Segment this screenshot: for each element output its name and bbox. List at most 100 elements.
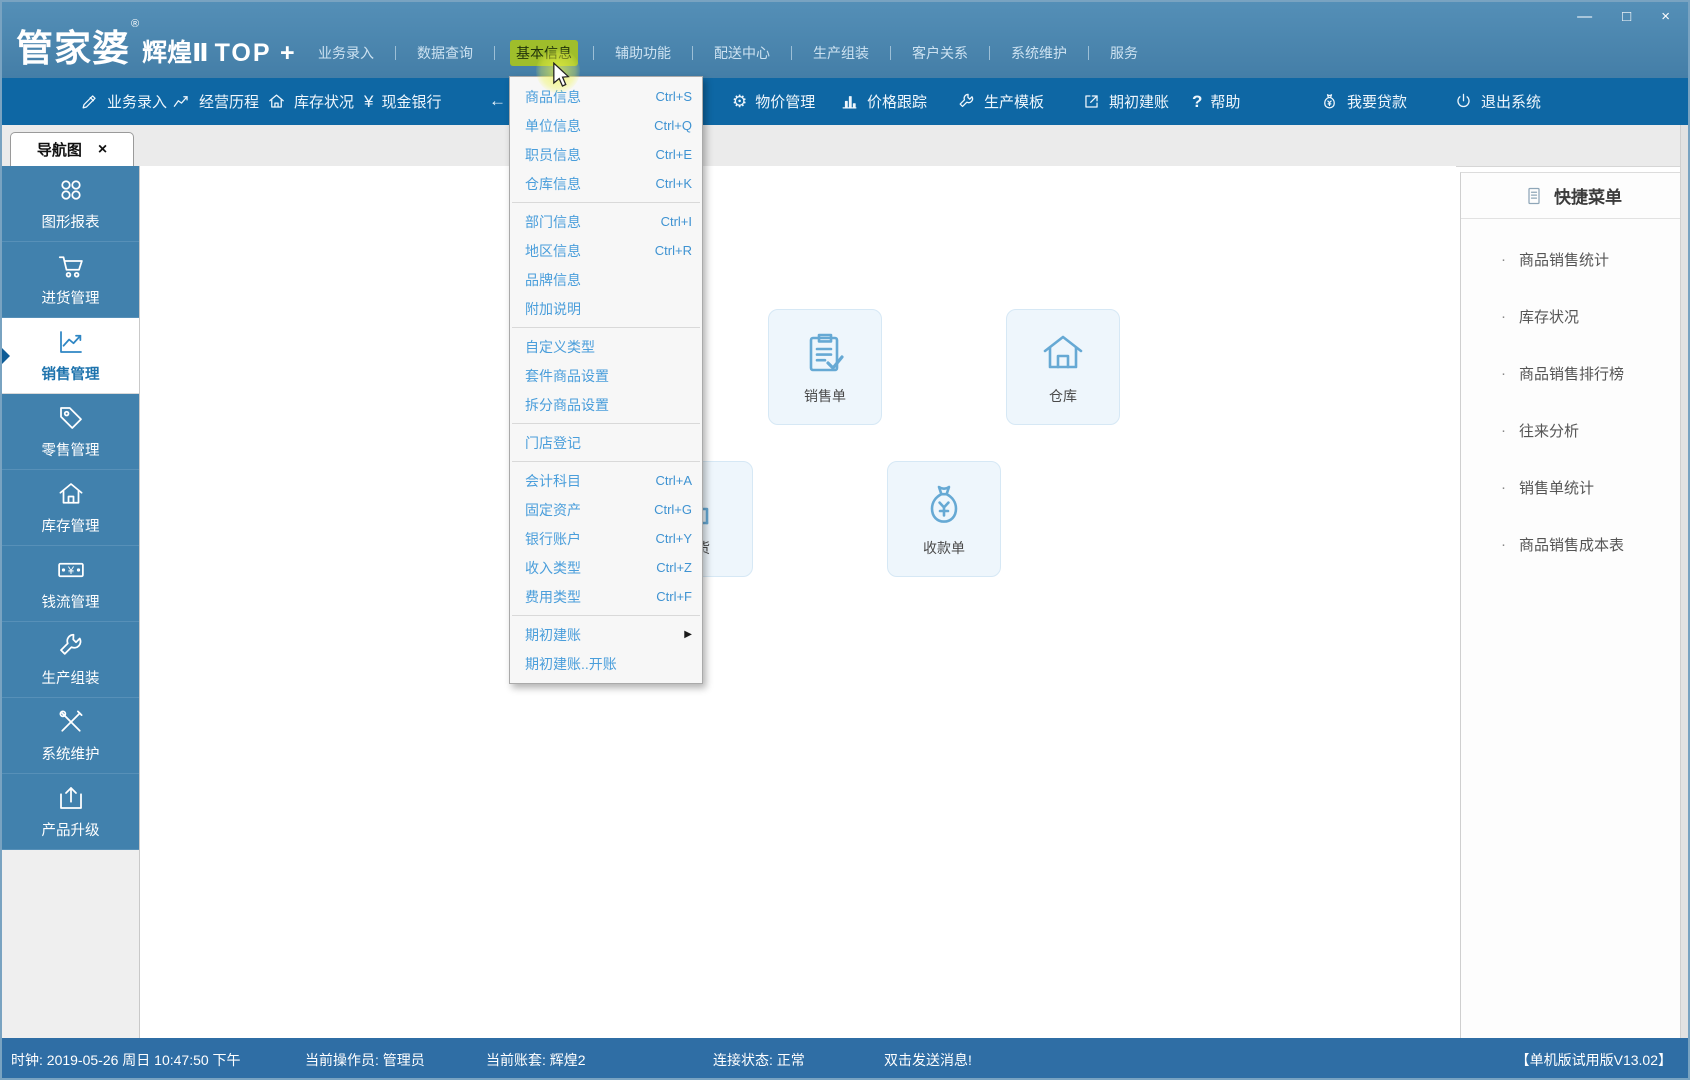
banknote-icon: ¥ <box>56 555 86 585</box>
toolbar-label: 经营历程 <box>199 91 259 112</box>
quick-item-sales-order-stats[interactable]: · 销售单统计 <box>1461 477 1685 498</box>
dropdown-item-employee-info[interactable]: 职员信息 Ctrl+E <box>510 140 702 169</box>
tile-label: 销售单 <box>804 386 846 406</box>
status-account: 当前账套: 辉煌2 <box>486 1050 586 1070</box>
sidebar-item-graphic-reports[interactable]: 图形报表 <box>2 166 139 242</box>
chart-line-icon <box>172 92 191 111</box>
menu-service[interactable]: 服务 <box>1104 40 1144 66</box>
menu-customer-relations[interactable]: 客户关系 <box>906 40 974 66</box>
menu-auxiliary-functions[interactable]: 辅助功能 <box>609 40 677 66</box>
toolbar-exit-system[interactable]: 退出系统 <box>1454 78 1541 125</box>
minimize-button[interactable]: — <box>1577 9 1592 24</box>
menu-data-query[interactable]: 数据查询 <box>411 40 479 66</box>
sidebar-item-sales-management[interactable]: 销售管理 <box>2 318 139 394</box>
dropdown-item-store-registration[interactable]: 门店登记 <box>510 428 702 457</box>
dropdown-item-shortcut: Ctrl+K <box>656 176 692 191</box>
dropdown-item-income-type[interactable]: 收入类型 Ctrl+Z <box>510 553 702 582</box>
sidebar-item-retail-management[interactable]: 零售管理 <box>2 394 139 470</box>
dropdown-item-initial-setup[interactable]: 期初建账 ▶ <box>510 620 702 649</box>
scrollbar[interactable] <box>1680 125 1688 1038</box>
toolbar-loan[interactable]: 我要贷款 <box>1320 78 1407 125</box>
dropdown-item-custom-type[interactable]: 自定义类型 <box>510 332 702 361</box>
dropdown-item-accounting-subjects[interactable]: 会计科目 Ctrl+A <box>510 466 702 495</box>
tile-receipt[interactable]: 收款单 <box>887 461 1001 577</box>
quick-item-sales-ranking[interactable]: · 商品销售排行榜 <box>1461 363 1685 384</box>
sidebar-item-cashflow-management[interactable]: ¥ 钱流管理 <box>2 546 139 622</box>
dropdown-item-warehouse-info[interactable]: 仓库信息 Ctrl+K <box>510 169 702 198</box>
dropdown-item-kit-product-setup[interactable]: 套件商品设置 <box>510 361 702 390</box>
dropdown-item-fixed-assets[interactable]: 固定资产 Ctrl+G <box>510 495 702 524</box>
quick-item-product-sales-stats[interactable]: · 商品销售统计 <box>1461 249 1685 270</box>
sidebar-item-system-maintenance[interactable]: 系统维护 <box>2 698 139 774</box>
toolbar-business-entry[interactable]: 业务录入 <box>80 78 167 125</box>
tile-sales-order[interactable]: 销售单 <box>768 309 882 425</box>
dropdown-item-department-info[interactable]: 部门信息 Ctrl+I <box>510 207 702 236</box>
dropdown-item-label: 地区信息 <box>525 241 581 261</box>
question-icon: ? <box>1192 93 1202 110</box>
status-message[interactable]: 双击发送消息! <box>884 1050 972 1070</box>
sidebar-item-production-assembly[interactable]: 生产组装 <box>2 622 139 698</box>
toolbar: 业务录入 经营历程 库存状况 ¥ 现金银行 ← ⚙ 物价管理 价格跟踪 生产模板 <box>2 78 1688 125</box>
menu-separator <box>593 46 594 60</box>
dropdown-item-initial-setup-opening[interactable]: 期初建账..开账 <box>510 649 702 678</box>
cart-icon <box>56 251 86 281</box>
toolbar-help[interactable]: ? 帮助 <box>1192 78 1240 125</box>
document-icon <box>1524 186 1544 206</box>
maximize-button[interactable]: □ <box>1622 9 1631 24</box>
bullet-icon: · <box>1501 365 1506 382</box>
sidebar-item-label: 零售管理 <box>42 439 100 460</box>
toolbar-business-history[interactable]: 经营历程 <box>172 78 259 125</box>
dropdown-item-brand-info[interactable]: 品牌信息 <box>510 265 702 294</box>
dropdown-item-region-info[interactable]: 地区信息 Ctrl+R <box>510 236 702 265</box>
toolbar-inventory-status[interactable]: 库存状况 <box>267 78 354 125</box>
toolbar-cash-bank[interactable]: ¥ 现金银行 <box>364 78 441 125</box>
menu-distribution-center[interactable]: 配送中心 <box>708 40 776 66</box>
dropdown-item-shortcut: Ctrl+A <box>656 473 692 488</box>
menu-separator <box>791 46 792 60</box>
tile-label: 收款单 <box>923 538 965 558</box>
dropdown-item-unit-info[interactable]: 单位信息 Ctrl+Q <box>510 111 702 140</box>
logo-suffix: TOP + <box>215 39 297 68</box>
logo-edition: 辉煌Ⅱ <box>142 33 208 69</box>
toolbar-production-template[interactable]: 生产模板 <box>957 78 1044 125</box>
close-button[interactable]: × <box>1661 9 1670 24</box>
dropdown-item-label: 附加说明 <box>525 299 581 319</box>
menubar: 业务录入 数据查询 基本信息 辅助功能 配送中心 生产组装 客户关系 系统维护 … <box>312 40 1144 66</box>
wrench-icon <box>957 92 976 111</box>
menu-basic-info[interactable]: 基本信息 <box>510 40 578 66</box>
svg-text:¥: ¥ <box>66 565 74 577</box>
toolbar-label: 现金银行 <box>381 91 441 112</box>
sidebar-item-inventory-management[interactable]: 库存管理 <box>2 470 139 546</box>
money-bag-yen-icon <box>920 481 968 529</box>
tab-navigation-map[interactable]: 导航图 × <box>10 132 134 166</box>
bullet-icon: · <box>1501 308 1506 325</box>
menu-business-entry[interactable]: 业务录入 <box>312 40 380 66</box>
sidebar-item-purchase-management[interactable]: 进货管理 <box>2 242 139 318</box>
dropdown-item-label: 商品信息 <box>525 87 581 107</box>
main-content <box>140 166 1456 1038</box>
menu-production-assembly[interactable]: 生产组装 <box>807 40 875 66</box>
dropdown-item-expense-type[interactable]: 费用类型 Ctrl+F <box>510 582 702 611</box>
dropdown-item-product-info[interactable]: 商品信息 Ctrl+S <box>510 82 702 111</box>
toolbar-initial-setup[interactable]: 期初建账 <box>1082 78 1169 125</box>
tab-close-icon[interactable]: × <box>98 141 107 159</box>
status-connection: 连接状态: 正常 <box>713 1050 805 1070</box>
quick-menu-panel: 快捷菜单 · 商品销售统计 · 库存状况 · 商品销售排行榜 · 往来分析 · … <box>1460 172 1685 1038</box>
menu-system-maintenance[interactable]: 系统维护 <box>1005 40 1073 66</box>
dropdown-item-split-product-setup[interactable]: 拆分商品设置 <box>510 390 702 419</box>
dropdown-item-additional-notes[interactable]: 附加说明 <box>510 294 702 323</box>
toolbar-price-management[interactable]: ⚙ 物价管理 <box>732 78 815 125</box>
tile-warehouse[interactable]: 仓库 <box>1006 309 1120 425</box>
logo-main: 管家婆 <box>16 18 130 72</box>
quick-item-inventory-status[interactable]: · 库存状况 <box>1461 306 1685 327</box>
dropdown-item-shortcut: Ctrl+R <box>655 243 692 258</box>
quick-item-label: 商品销售成本表 <box>1519 534 1624 555</box>
dropdown-item-bank-account[interactable]: 银行账户 Ctrl+Y <box>510 524 702 553</box>
quick-item-sales-cost-table[interactable]: · 商品销售成本表 <box>1461 534 1685 555</box>
tag-icon <box>56 403 86 433</box>
sidebar-item-product-upgrade[interactable]: 产品升级 <box>2 774 139 850</box>
quick-item-contacts-analysis[interactable]: · 往来分析 <box>1461 420 1685 441</box>
toolbar-label: 价格跟踪 <box>867 91 927 112</box>
toolbar-price-tracking[interactable]: 价格跟踪 <box>840 78 927 125</box>
status-operator: 当前操作员: 管理员 <box>305 1050 425 1070</box>
